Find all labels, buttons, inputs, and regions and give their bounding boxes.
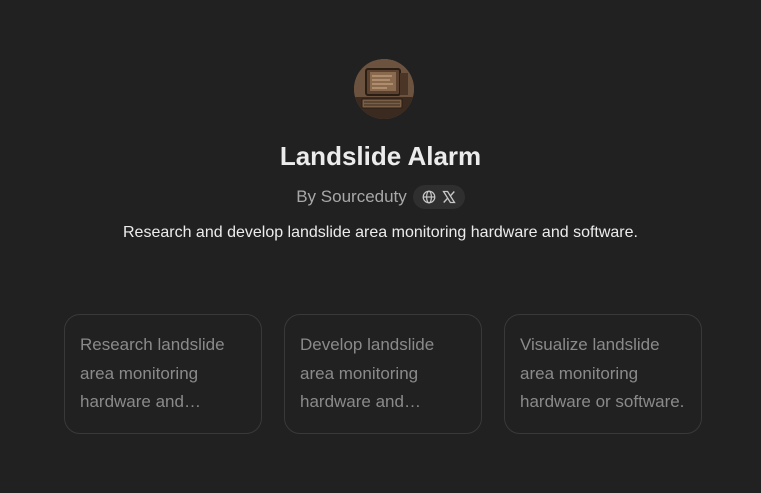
conversation-starter-text: Research landslide area monitoring hardw… xyxy=(80,335,225,411)
conversation-starter-text: Visualize landslide area monitoring hard… xyxy=(520,335,685,411)
globe-icon[interactable] xyxy=(422,190,436,204)
byline: By Sourceduty xyxy=(0,185,761,209)
conversation-starter-card[interactable]: Visualize landslide area monitoring hard… xyxy=(504,314,702,434)
gpt-landing: Landslide Alarm By Sourceduty Research a… xyxy=(0,0,761,493)
author-name: By Sourceduty xyxy=(296,187,407,206)
gpt-avatar xyxy=(354,59,414,119)
conversation-starter-card[interactable]: Research landslide area monitoring hardw… xyxy=(64,314,262,434)
social-links xyxy=(412,185,465,209)
conversation-starter-text: Develop landslide area monitoring hardwa… xyxy=(300,335,435,411)
vintage-computer-image xyxy=(354,59,414,119)
x-logo-icon[interactable] xyxy=(442,190,456,204)
gpt-description: Research and develop landslide area moni… xyxy=(123,224,638,241)
gpt-title: Landslide Alarm xyxy=(279,141,482,171)
conversation-starter-card[interactable]: Develop landslide area monitoring hardwa… xyxy=(284,314,482,434)
